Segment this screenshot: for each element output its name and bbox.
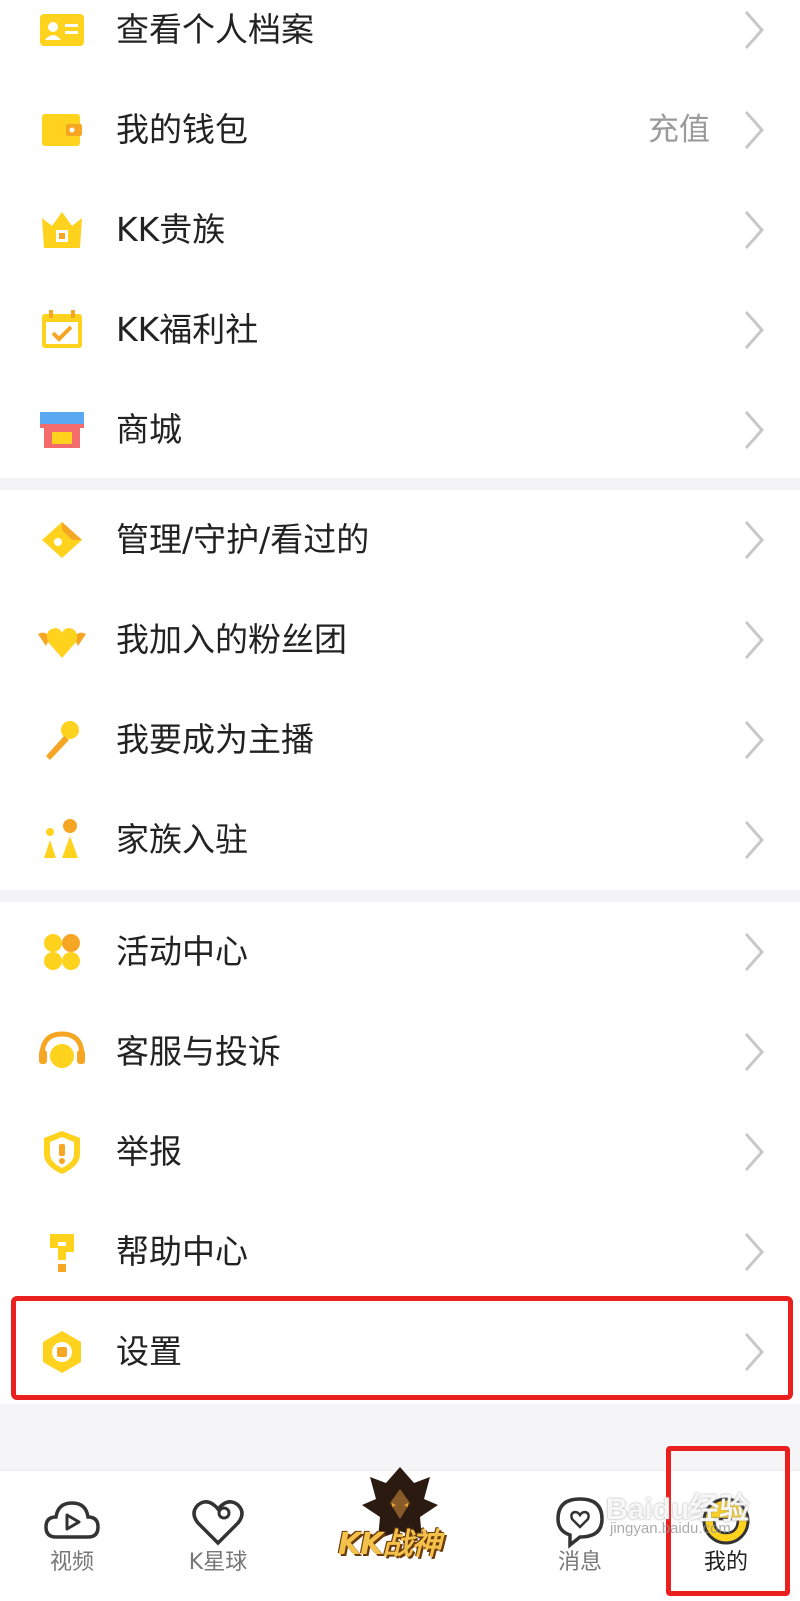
store-icon — [40, 412, 84, 448]
menu-item-label: 家族入驻 — [116, 820, 248, 859]
menu-item-label: 帮助中心 — [116, 1232, 248, 1271]
menu-group-1: 查看个人档案 我的钱包 充值 KK贵族 KK福利社 商城 — [0, 0, 800, 478]
menu-item-label: 客服与投诉 — [116, 1032, 281, 1071]
chevron-right-icon — [744, 311, 765, 349]
menu-item-customer-service[interactable]: 客服与投诉 — [0, 1002, 800, 1102]
crown-icon — [42, 212, 82, 248]
menu-item-label: 我要成为主播 — [116, 720, 314, 759]
kk-zhanshen-logo[interactable]: KK战神 — [330, 1459, 470, 1569]
video-cloud-icon — [44, 1501, 100, 1539]
menu-item-label: KK贵族 — [116, 210, 226, 249]
chevron-right-icon — [744, 621, 765, 659]
chevron-right-icon — [744, 721, 765, 759]
chevron-right-icon — [744, 1033, 765, 1071]
menu-item-help-center[interactable]: 帮助中心 — [0, 1202, 800, 1302]
menu-group-2: 管理/守护/看过的 我加入的粉丝团 我要成为主播 家族入驻 — [0, 490, 800, 890]
menu-item-label: 活动中心 — [116, 932, 248, 971]
menu-item-kk-welfare[interactable]: KK福利社 — [0, 280, 800, 380]
watermark-url: jingyan.baidu.com — [610, 1520, 731, 1537]
menu-item-label: 我加入的粉丝团 — [116, 620, 347, 659]
chevron-right-icon — [744, 821, 765, 859]
menu-item-report[interactable]: 举报 — [0, 1102, 800, 1202]
tab-label: K星球 — [188, 1550, 248, 1575]
tab-video[interactable]: 视频 — [12, 1471, 132, 1601]
settings-highlight-box — [11, 1296, 793, 1400]
headset-icon — [39, 1031, 85, 1068]
chevron-right-icon — [744, 411, 765, 449]
menu-item-label: 管理/守护/看过的 — [116, 520, 370, 559]
heart-planet-icon — [192, 1500, 244, 1546]
section-divider — [0, 478, 800, 490]
menu-item-family[interactable]: 家族入驻 — [0, 790, 800, 890]
chevron-right-icon — [744, 211, 765, 249]
menu-item-label: 商城 — [116, 410, 182, 449]
tab-k-planet[interactable]: K星球 — [158, 1471, 278, 1601]
logo-text: KK战神 — [338, 1527, 441, 1562]
report-shield-icon — [44, 1131, 80, 1174]
tab-label: 消息 — [557, 1550, 602, 1575]
clover-icon — [44, 934, 80, 970]
menu-item-label: 举报 — [116, 1132, 182, 1171]
chevron-right-icon — [744, 1133, 765, 1171]
section-divider — [0, 890, 800, 902]
chevron-right-icon — [744, 11, 765, 49]
calendar-check-icon — [42, 310, 82, 348]
menu-item-profile[interactable]: 查看个人档案 — [0, 0, 800, 80]
menu-item-manage[interactable]: 管理/守护/看过的 — [0, 490, 800, 590]
message-heart-icon — [556, 1497, 604, 1549]
menu-item-label: KK福利社 — [116, 310, 259, 349]
wallet-icon — [42, 114, 82, 146]
menu-item-label: 我的钱包 — [116, 110, 248, 149]
menu-item-label: 查看个人档案 — [116, 10, 314, 49]
chevron-right-icon — [744, 111, 765, 149]
menu-item-fan-club[interactable]: 我加入的粉丝团 — [0, 590, 800, 690]
menu-item-wallet[interactable]: 我的钱包 充值 — [0, 80, 800, 180]
chevron-right-icon — [744, 933, 765, 971]
menu-item-store[interactable]: 商城 — [0, 380, 800, 480]
diamond-icon — [42, 522, 82, 558]
winged-heart-icon — [38, 628, 86, 658]
family-icon — [44, 819, 78, 858]
question-icon — [50, 1234, 74, 1272]
tab-label: 视频 — [49, 1550, 94, 1575]
menu-item-kk-noble[interactable]: KK贵族 — [0, 180, 800, 280]
microphone-icon — [46, 721, 79, 760]
menu-item-activity-center[interactable]: 活动中心 — [0, 902, 800, 1002]
recharge-link[interactable]: 充值 — [648, 110, 710, 150]
menu-item-become-host[interactable]: 我要成为主播 — [0, 690, 800, 790]
chevron-right-icon — [744, 521, 765, 559]
chevron-right-icon — [744, 1233, 765, 1271]
profile-card-icon — [40, 14, 84, 46]
